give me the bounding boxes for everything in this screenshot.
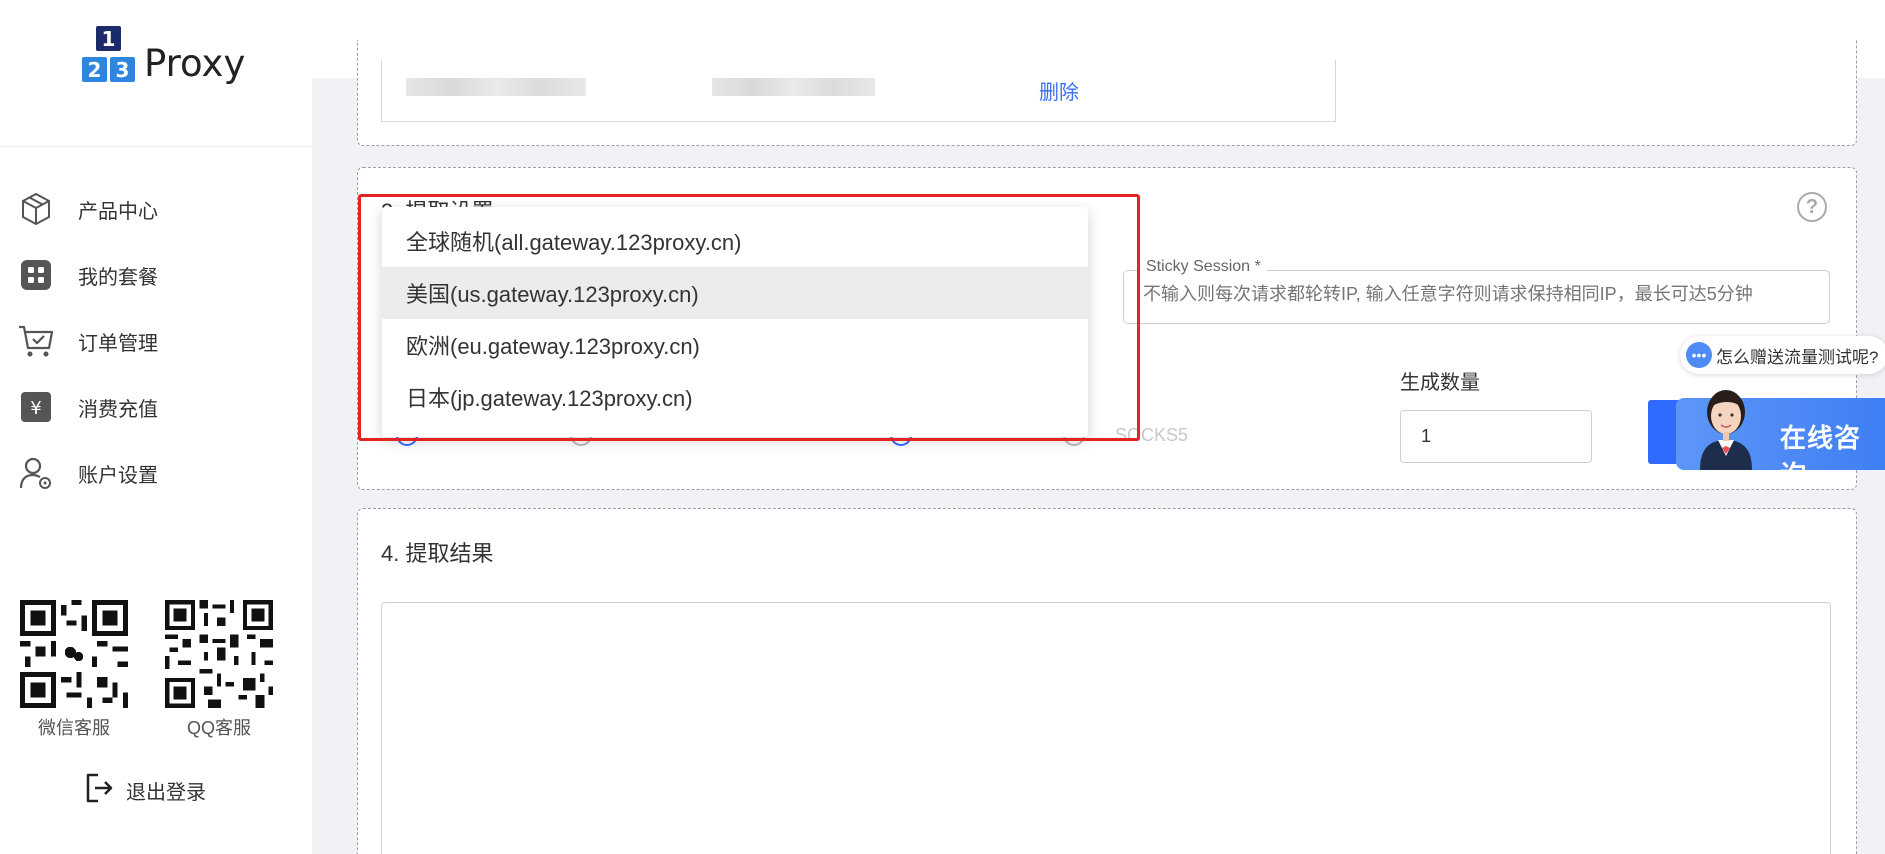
qq-qr-label: QQ客服 bbox=[186, 718, 251, 738]
logo-digit-3: 3 bbox=[110, 57, 135, 82]
sticky-session-label: Sticky Session * bbox=[1140, 258, 1267, 276]
sidebar: 1 2 3 Proxy 产品中心 我的套餐 订单管理 ¥ 消费充值 账户设置 微… bbox=[0, 0, 312, 854]
grid-icon bbox=[18, 257, 54, 293]
qq-qr-icon bbox=[165, 600, 273, 708]
extract-result-textarea[interactable] bbox=[381, 602, 1831, 854]
wechat-qr-icon bbox=[20, 600, 128, 708]
sidebar-item-label: 账户设置 bbox=[78, 464, 158, 487]
logout-icon bbox=[84, 772, 114, 809]
sidebar-item-label: 消费充值 bbox=[78, 398, 158, 421]
gateway-dropdown-menu: 全球随机(all.gateway.123proxy.cn) 美国(us.gate… bbox=[382, 207, 1088, 437]
whitelist-row bbox=[381, 60, 1336, 122]
logo[interactable]: 1 2 3 Proxy bbox=[78, 26, 245, 84]
chat-tip-text: 怎么赠送流量测试呢? bbox=[1716, 347, 1879, 367]
sidebar-item-orders[interactable]: 订单管理 bbox=[0, 308, 312, 374]
help-icon[interactable]: ? bbox=[1797, 192, 1827, 222]
sidebar-item-label: 我的套餐 bbox=[78, 266, 158, 289]
dropdown-option-us[interactable]: 美国(us.gateway.123proxy.cn) bbox=[382, 267, 1088, 319]
delete-link[interactable]: 删除 bbox=[1039, 76, 1079, 105]
sidebar-item-label: 订单管理 bbox=[78, 332, 158, 355]
gen-count-label: 生成数量 bbox=[1400, 372, 1480, 394]
qq-qr: QQ客服 bbox=[163, 600, 275, 740]
agent-avatar bbox=[1686, 378, 1766, 470]
extract-result-title: 4. 提取结果 bbox=[381, 541, 494, 566]
gen-count-input[interactable] bbox=[1400, 410, 1592, 463]
chat-bubble-icon: ••• bbox=[1686, 342, 1712, 368]
sticky-session-input[interactable] bbox=[1143, 284, 1823, 305]
chat-tip-bubble[interactable]: ••• 怎么赠送流量测试呢? bbox=[1680, 336, 1885, 374]
wechat-qr: 微信客服 bbox=[18, 600, 130, 740]
online-consult-label: 在线咨询 bbox=[1780, 423, 1862, 490]
cart-icon bbox=[18, 323, 54, 359]
svg-text:¥: ¥ bbox=[30, 398, 41, 419]
yuan-icon: ¥ bbox=[18, 389, 54, 425]
dropdown-option-jp[interactable]: 日本(jp.gateway.123proxy.cn) bbox=[382, 371, 1088, 423]
blurred-remark bbox=[712, 78, 875, 96]
logout-label: 退出登录 bbox=[126, 782, 206, 804]
sidebar-item-products[interactable]: 产品中心 bbox=[0, 176, 312, 242]
user-gear-icon bbox=[18, 455, 54, 491]
protocol-socks-label: SOCKS5 bbox=[1115, 425, 1189, 445]
sidebar-item-my-plans[interactable]: 我的套餐 bbox=[0, 242, 312, 308]
logout-button[interactable]: 退出登录 bbox=[84, 772, 206, 809]
cube-icon bbox=[18, 191, 54, 227]
sidebar-menu: 产品中心 我的套餐 订单管理 ¥ 消费充值 账户设置 bbox=[0, 176, 312, 506]
logo-mark: 1 2 3 bbox=[78, 26, 140, 84]
sidebar-item-label: 产品中心 bbox=[78, 200, 158, 223]
logo-wordmark: Proxy bbox=[144, 42, 246, 85]
blurred-ip bbox=[406, 78, 586, 96]
logo-digit-2: 2 bbox=[82, 57, 107, 82]
sidebar-item-recharge[interactable]: ¥ 消费充值 bbox=[0, 374, 312, 440]
wechat-qr-label: 微信客服 bbox=[38, 718, 110, 738]
logo-digit-1: 1 bbox=[96, 26, 121, 51]
online-consult-button[interactable]: 在线咨询 bbox=[1676, 390, 1885, 490]
dropdown-option-eu[interactable]: 欧洲(eu.gateway.123proxy.cn) bbox=[382, 319, 1088, 371]
dropdown-option-global[interactable]: 全球随机(all.gateway.123proxy.cn) bbox=[382, 215, 1088, 267]
sidebar-item-account[interactable]: 账户设置 bbox=[0, 440, 312, 506]
sidebar-divider bbox=[0, 146, 312, 147]
